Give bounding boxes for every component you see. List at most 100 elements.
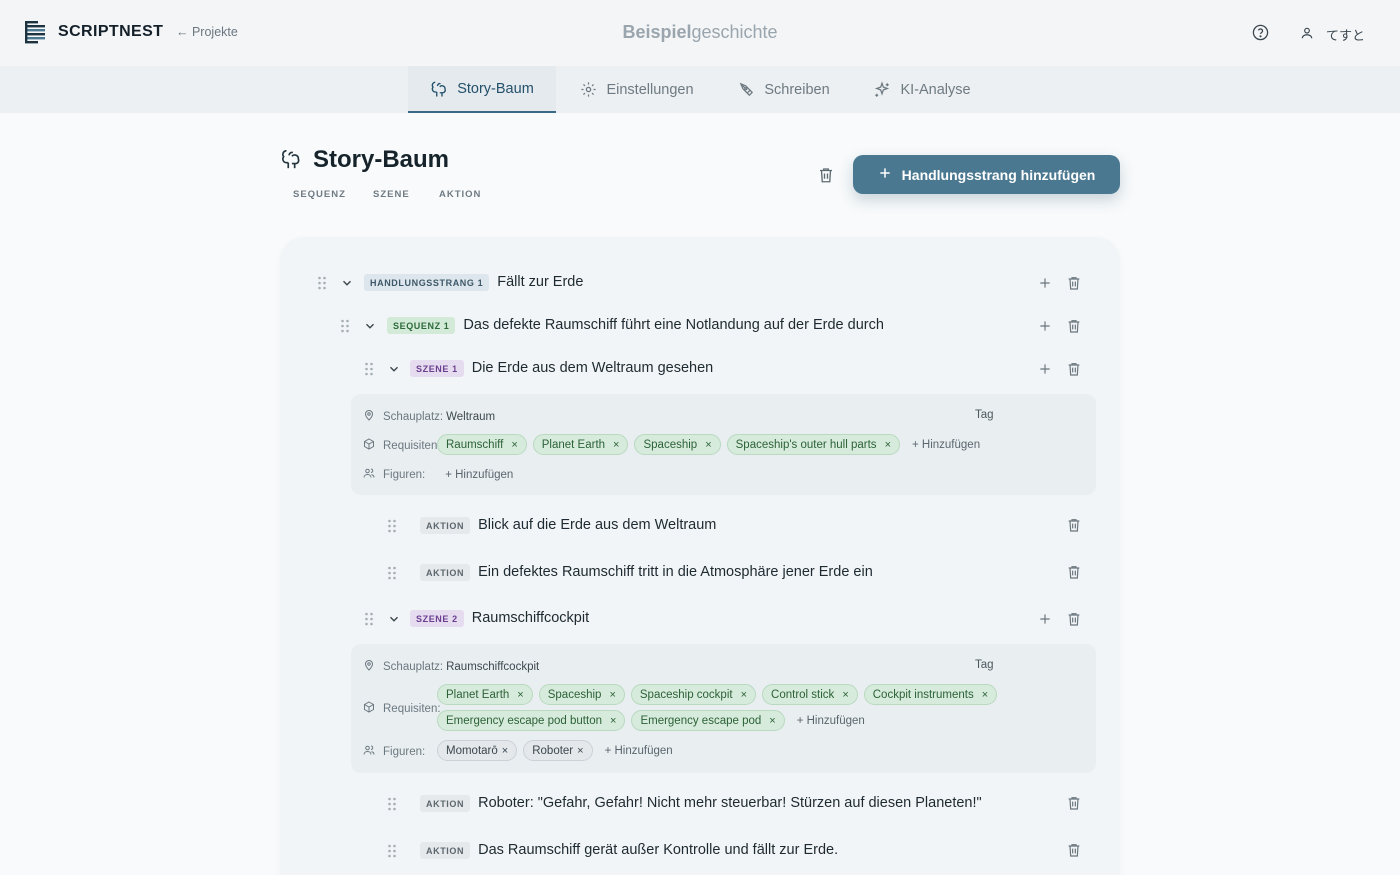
trash-icon[interactable] [1066, 611, 1082, 632]
remove-icon[interactable]: × [842, 689, 848, 701]
plus-icon[interactable] [1038, 276, 1052, 295]
legend-scene: SZENE [373, 189, 410, 200]
location-value: Raumschiffcockpit [446, 660, 540, 673]
remove-icon[interactable]: × [517, 689, 523, 701]
users-icon [363, 744, 375, 759]
time-of-day[interactable]: Tag [975, 659, 994, 671]
tab-story-tree[interactable]: Story-Baum [408, 66, 556, 113]
tab-settings[interactable]: Einstellungen [572, 66, 702, 113]
remove-icon[interactable]: × [610, 715, 616, 727]
prop-chip[interactable]: Spaceship's outer hull parts × [726, 434, 900, 455]
drag-grip-icon[interactable] [387, 566, 397, 580]
remove-icon[interactable]: × [885, 439, 891, 451]
tab-write[interactable]: Schreiben [728, 66, 840, 113]
add-storyline-button[interactable]: Handlungsstrang hinzufügen [853, 155, 1120, 194]
page-title: Story-Baum [313, 146, 450, 173]
scene-badge: SZENE 1 [410, 359, 464, 377]
action-row[interactable]: AKTION Blick auf die Erde aus dem Weltra… [420, 514, 716, 536]
time-of-day[interactable]: Tag [975, 409, 994, 421]
chevron-down-icon[interactable] [340, 276, 354, 290]
remove-icon[interactable]: × [741, 689, 747, 701]
sequence-title[interactable]: Das defekte Raumschiff führt eine Notlan… [463, 317, 883, 333]
plus-icon[interactable] [1038, 362, 1052, 381]
storyline-title[interactable]: Fällt zur Erde [497, 274, 583, 290]
props-chip-list: Planet Earth × Spaceship × Spaceship cockp… [437, 684, 1077, 731]
prop-chip[interactable]: Raumschiff × [437, 434, 527, 455]
add-prop-button[interactable]: + Hinzufügen [797, 715, 865, 727]
prop-chip[interactable]: Spaceship cockpit × [630, 684, 757, 705]
scene-title[interactable]: Die Erde aus dem Weltraum gesehen [472, 360, 714, 376]
remove-icon[interactable]: × [705, 439, 711, 451]
action-row[interactable]: AKTION Ein defektes Raumschiff tritt in … [420, 561, 873, 583]
trash-icon[interactable] [1066, 318, 1082, 339]
prop-chip[interactable]: Emergency escape pod × [631, 710, 785, 731]
scene-details: Schauplatz: Raumschiffcockpit Tag Requis… [351, 644, 1096, 773]
drag-grip-icon[interactable] [387, 797, 397, 811]
remove-icon[interactable]: × [577, 745, 583, 757]
trash-icon[interactable] [1066, 842, 1082, 863]
trash-icon[interactable] [1066, 275, 1082, 296]
box-icon [363, 438, 375, 453]
prop-chip[interactable]: Cockpit instruments × [863, 684, 998, 705]
scene-title[interactable]: Raumschiffcockpit [472, 610, 589, 626]
storyline-row[interactable]: HANDLUNGSSTRANG 1 Fällt zur Erde [364, 271, 583, 293]
prop-chip[interactable]: Spaceship × [538, 684, 625, 705]
remove-icon[interactable]: × [502, 745, 508, 757]
chevron-down-icon[interactable] [387, 612, 401, 626]
remove-icon[interactable]: × [982, 689, 988, 701]
legend-action: AKTION [439, 189, 482, 200]
character-chip[interactable]: Roboter × [523, 740, 593, 761]
action-text[interactable]: Roboter: "Gefahr, Gefahr! Nicht mehr ste… [478, 795, 982, 811]
character-chip[interactable]: Momotarō × [437, 740, 518, 761]
drag-grip-icon[interactable] [387, 844, 397, 858]
prop-chip-label: Emergency escape pod button [446, 714, 602, 727]
prop-chip[interactable]: Planet Earth × [532, 434, 629, 455]
top-bar: SCRIPTNEST ← Projekte Beispielgeschichte… [0, 0, 1400, 66]
add-prop-button[interactable]: + Hinzufügen [912, 439, 980, 451]
plus-icon [878, 166, 892, 183]
location-line[interactable]: Schauplatz: Weltraum [363, 409, 495, 424]
tab-ai-analysis[interactable]: KI-Analyse [862, 66, 982, 113]
map-pin-icon [363, 659, 375, 674]
action-row[interactable]: AKTION Roboter: "Gefahr, Gefahr! Nicht m… [420, 792, 982, 814]
action-text[interactable]: Das Raumschiff gerät außer Kontrolle und… [478, 842, 838, 858]
add-character-button[interactable]: + Hinzufügen [605, 745, 673, 757]
drag-grip-icon[interactable] [317, 276, 327, 290]
drag-grip-icon[interactable] [364, 362, 374, 376]
drag-grip-icon[interactable] [340, 319, 350, 333]
prop-chip[interactable]: Spaceship × [634, 434, 721, 455]
plus-icon[interactable] [1038, 319, 1052, 338]
prop-chip[interactable]: Planet Earth × [437, 684, 533, 705]
scene-row[interactable]: SZENE 2 Raumschiffcockpit [410, 607, 589, 629]
action-row[interactable]: AKTION Das Raumschiff gerät außer Kontro… [420, 839, 838, 861]
add-character-button[interactable]: + Hinzufügen [445, 469, 513, 481]
action-text[interactable]: Ein defektes Raumschiff tritt in die Atm… [478, 564, 873, 580]
help-circle-icon[interactable] [1252, 24, 1269, 46]
trash-icon[interactable] [1066, 361, 1082, 382]
action-text[interactable]: Blick auf die Erde aus dem Weltraum [478, 517, 716, 533]
prop-chip[interactable]: Emergency escape pod button × [437, 710, 626, 731]
trash-icon[interactable] [1066, 564, 1082, 585]
drag-grip-icon[interactable] [364, 612, 374, 626]
scene-row[interactable]: SZENE 1 Die Erde aus dem Weltraum gesehe… [410, 357, 713, 379]
trash-icon[interactable] [1066, 795, 1082, 816]
user-menu[interactable]: てすと [1300, 25, 1365, 44]
chevron-down-icon[interactable] [363, 319, 377, 333]
gear-icon [580, 81, 597, 98]
remove-icon[interactable]: × [609, 689, 615, 701]
drag-grip-icon[interactable] [387, 519, 397, 533]
prop-chip[interactable]: Control stick × [762, 684, 858, 705]
user-name: てすと [1326, 28, 1366, 43]
trash-icon[interactable] [1066, 517, 1082, 538]
prop-chip-label: Control stick [771, 688, 835, 701]
remove-icon[interactable]: × [511, 439, 517, 451]
location-line[interactable]: Schauplatz: Raumschiffcockpit [363, 659, 539, 674]
trash-icon[interactable] [817, 166, 835, 189]
remove-icon[interactable]: × [613, 439, 619, 451]
prop-chip-label: Emergency escape pod [640, 714, 762, 727]
plus-icon[interactable] [1038, 612, 1052, 631]
tab-label: Einstellungen [606, 81, 694, 98]
remove-icon[interactable]: × [769, 715, 775, 727]
chevron-down-icon[interactable] [387, 362, 401, 376]
sequence-row[interactable]: SEQUENZ 1 Das defekte Raumschiff führt e… [387, 314, 884, 336]
